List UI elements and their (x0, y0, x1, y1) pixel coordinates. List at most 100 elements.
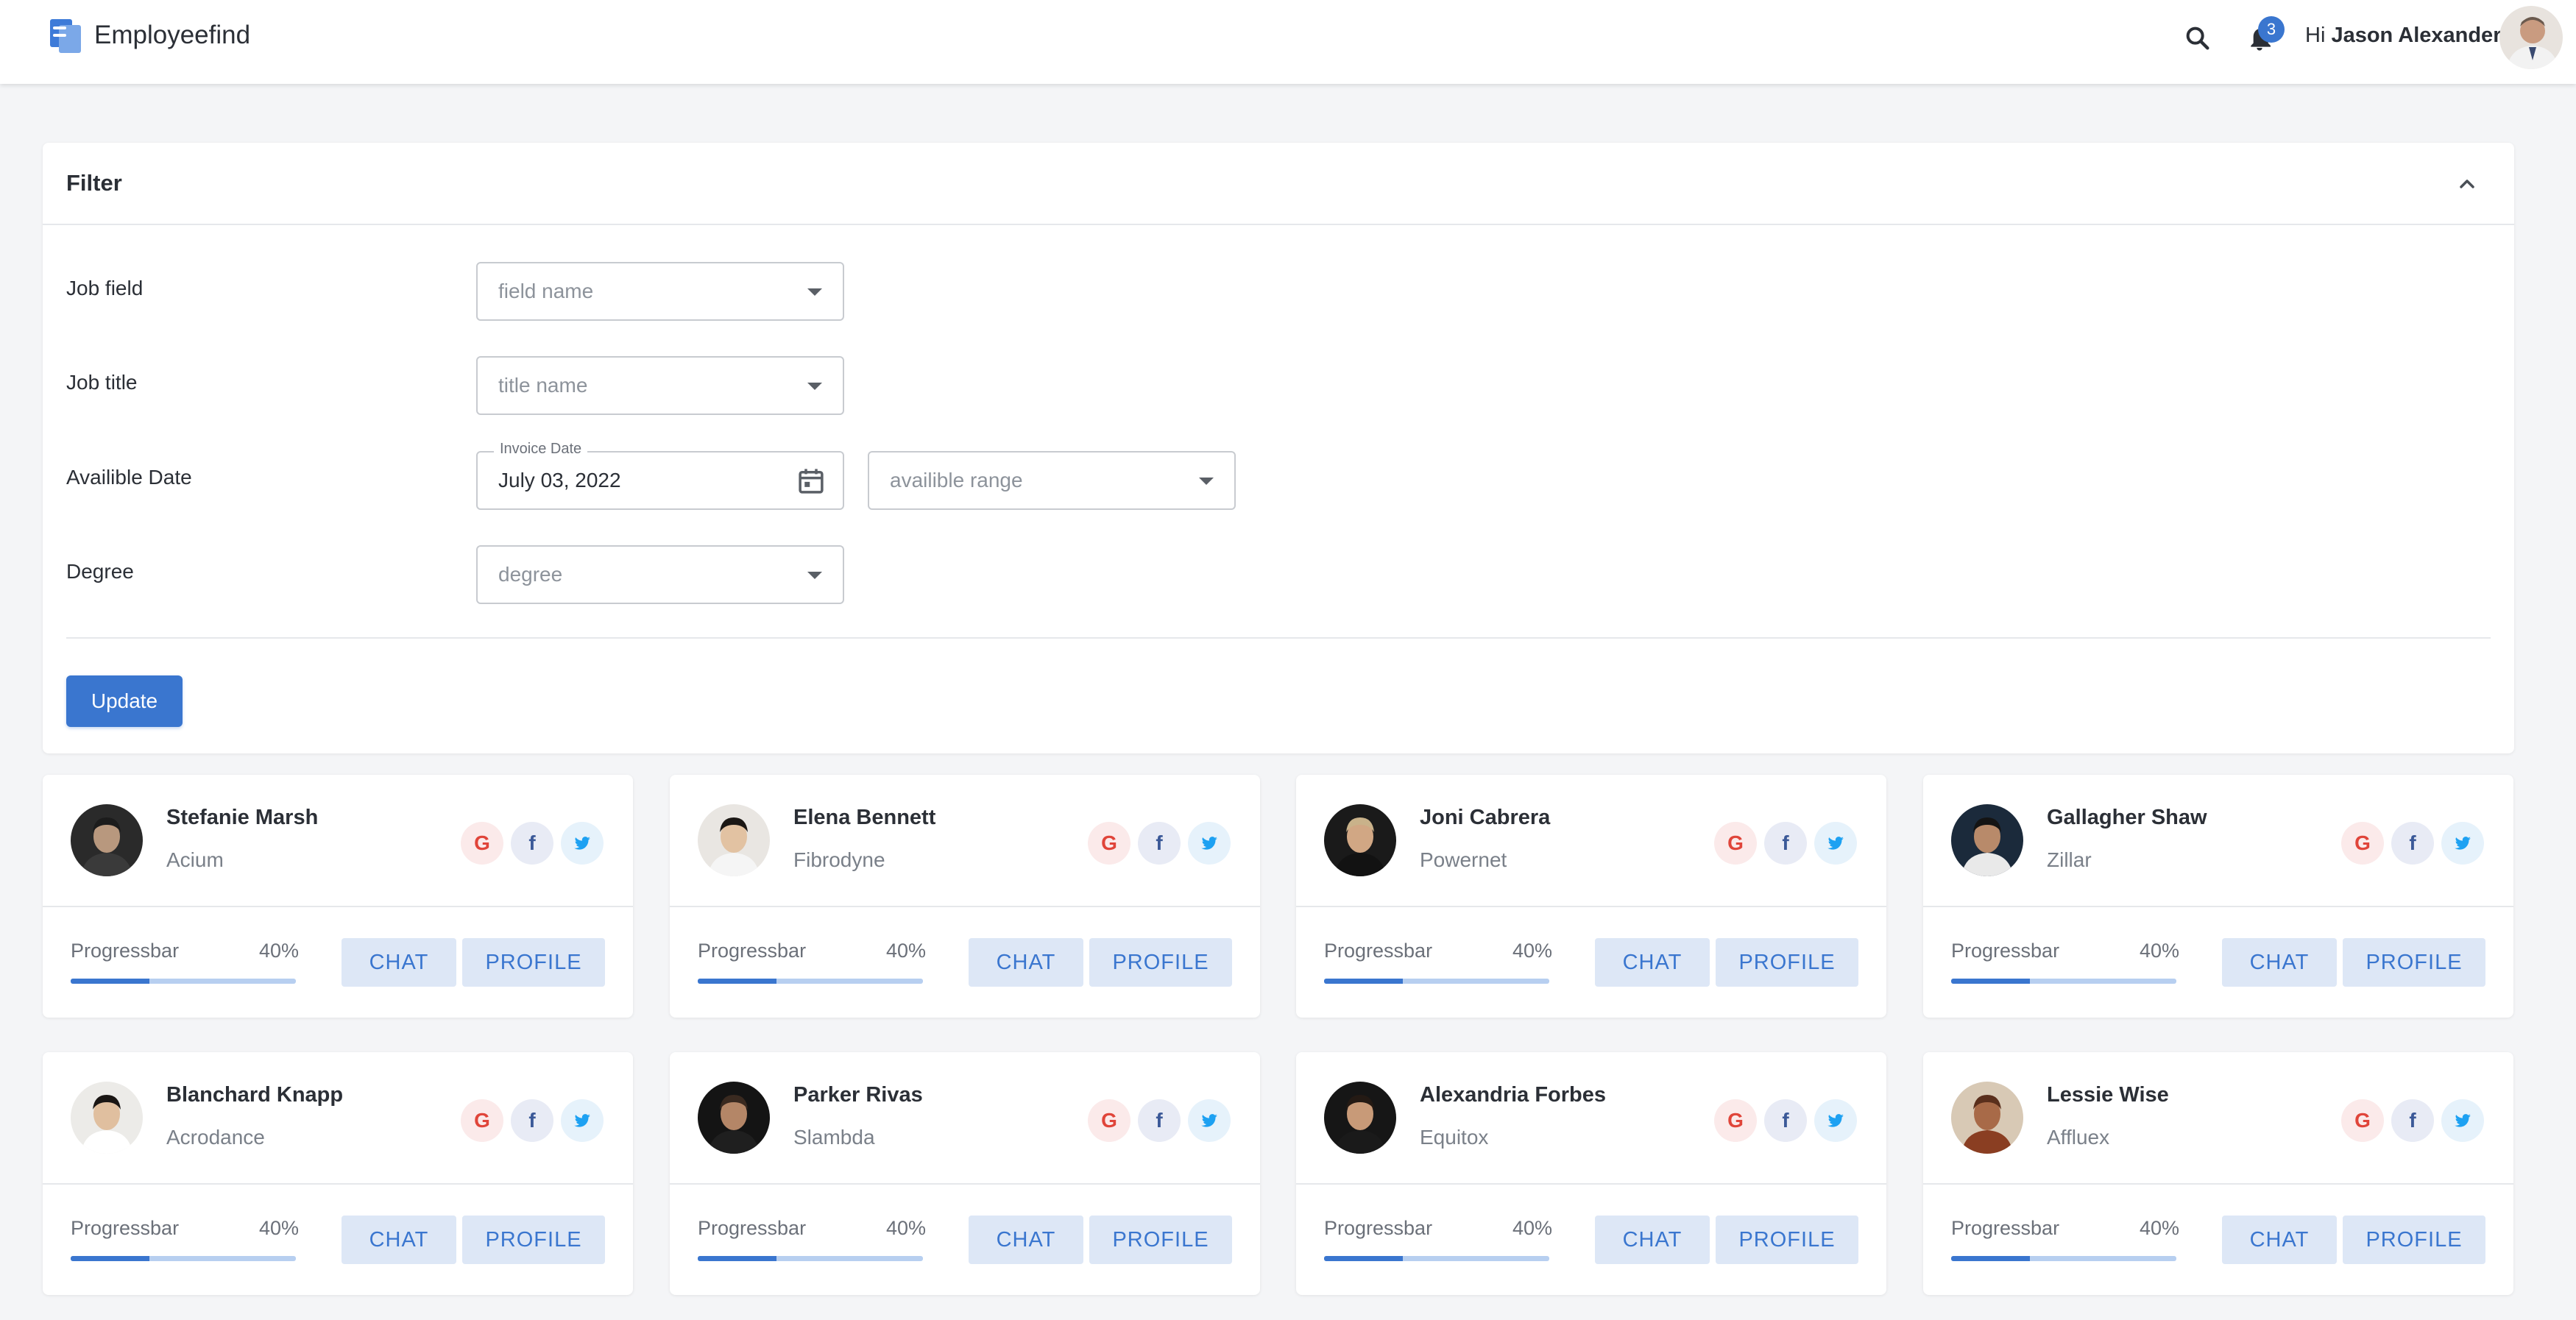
google-button[interactable]: G (461, 822, 503, 865)
progress-percent: 40% (2139, 940, 2179, 962)
update-button[interactable]: Update (66, 675, 183, 727)
twitter-icon (574, 1114, 590, 1127)
employee-avatar[interactable] (71, 804, 143, 876)
search-button[interactable] (2177, 18, 2218, 59)
card-divider (43, 906, 633, 907)
profile-button[interactable]: PROFILE (1089, 1216, 1232, 1264)
filter-header[interactable]: Filter (43, 143, 2514, 225)
twitter-button[interactable] (1188, 822, 1231, 865)
google-icon: G (474, 1109, 490, 1132)
caret-down-icon (1199, 478, 1214, 485)
employee-avatar[interactable] (71, 1082, 143, 1154)
profile-button[interactable]: PROFILE (1089, 938, 1232, 987)
employee-name[interactable]: Gallagher Shaw (2047, 806, 2207, 830)
app-name: Employeefind (94, 21, 251, 49)
chat-button[interactable]: CHAT (2222, 938, 2337, 987)
chat-button[interactable]: CHAT (1595, 938, 1710, 987)
employee-name[interactable]: Lessie Wise (2047, 1083, 2169, 1107)
google-icon: G (1101, 831, 1117, 854)
degree-select[interactable]: degree (476, 545, 844, 604)
invoice-date-picker[interactable]: Invoice Date July 03, 2022 (476, 441, 844, 510)
employee-name[interactable]: Alexandria Forbes (1420, 1083, 1606, 1107)
facebook-icon: f (1156, 831, 1163, 854)
calendar-icon[interactable] (796, 466, 827, 497)
profile-button[interactable]: PROFILE (1716, 1216, 1858, 1264)
job-field-select[interactable]: field name (476, 262, 844, 321)
employee-name[interactable]: Parker Rivas (793, 1083, 923, 1107)
invoice-date-value: July 03, 2022 (498, 469, 621, 492)
google-button[interactable]: G (1714, 1099, 1757, 1142)
brand[interactable]: Employeefind (50, 19, 251, 53)
facebook-button[interactable]: f (1138, 1099, 1181, 1142)
twitter-button[interactable] (2441, 822, 2484, 865)
facebook-button[interactable]: f (2391, 1099, 2434, 1142)
chat-button[interactable]: CHAT (342, 938, 456, 987)
collapse-filter-button[interactable] (2451, 168, 2483, 200)
employee-company: Acrodance (166, 1126, 265, 1149)
profile-button[interactable]: PROFILE (2343, 1216, 2485, 1264)
facebook-button[interactable]: f (511, 822, 553, 865)
chat-button[interactable]: CHAT (1595, 1216, 1710, 1264)
notifications-button[interactable]: 3 (2239, 16, 2285, 59)
twitter-button[interactable] (561, 822, 604, 865)
facebook-button[interactable]: f (511, 1099, 553, 1142)
employee-avatar[interactable] (698, 804, 770, 876)
available-range-select[interactable]: availible range (868, 451, 1236, 510)
google-button[interactable]: G (1714, 822, 1757, 865)
facebook-button[interactable]: f (2391, 822, 2434, 865)
progress-label: Progressbar (1324, 1217, 1433, 1239)
chat-button[interactable]: CHAT (342, 1216, 456, 1264)
progress-fill (1951, 1256, 2031, 1261)
employee-avatar[interactable] (698, 1082, 770, 1154)
employee-avatar[interactable] (1951, 804, 2023, 876)
twitter-button[interactable] (1814, 1099, 1857, 1142)
employee-name[interactable]: Stefanie Marsh (166, 806, 318, 830)
twitter-button[interactable] (561, 1099, 604, 1142)
google-button[interactable]: G (2341, 1099, 2384, 1142)
progress-percent: 40% (1512, 940, 1552, 962)
employee-name[interactable]: Joni Cabrera (1420, 806, 1550, 830)
profile-button[interactable]: PROFILE (462, 938, 605, 987)
employee-name[interactable]: Elena Bennett (793, 806, 935, 830)
progress-bar (71, 979, 296, 984)
user-greeting: Hi Jason Alexander (2305, 24, 2501, 48)
chat-button[interactable]: CHAT (969, 1216, 1083, 1264)
google-button[interactable]: G (1088, 822, 1130, 865)
facebook-button[interactable]: f (1764, 822, 1807, 865)
google-icon: G (1101, 1109, 1117, 1132)
employee-card: Blanchard Knapp Acrodance G f Progressba… (43, 1052, 633, 1295)
twitter-button[interactable] (1188, 1099, 1231, 1142)
profile-button[interactable]: PROFILE (462, 1216, 605, 1264)
profile-button[interactable]: PROFILE (1716, 938, 1858, 987)
twitter-icon (1201, 1114, 1217, 1127)
progress-bar (698, 1256, 923, 1261)
job-title-select[interactable]: title name (476, 356, 844, 415)
twitter-icon (2455, 1114, 2471, 1127)
profile-button[interactable]: PROFILE (2343, 938, 2485, 987)
card-divider (670, 1183, 1260, 1185)
card-divider (1923, 906, 2513, 907)
facebook-button[interactable]: f (1764, 1099, 1807, 1142)
employee-company: Powernet (1420, 848, 1507, 871)
caret-down-icon (807, 572, 822, 579)
google-button[interactable]: G (1088, 1099, 1130, 1142)
employee-name[interactable]: Blanchard Knapp (166, 1083, 343, 1107)
user-avatar[interactable] (2499, 6, 2563, 69)
progress-percent: 40% (885, 940, 926, 962)
google-button[interactable]: G (461, 1099, 503, 1142)
chat-button[interactable]: CHAT (969, 938, 1083, 987)
employee-card: Joni Cabrera Powernet G f Progressbar 40… (1296, 775, 1886, 1018)
chat-button[interactable]: CHAT (2222, 1216, 2337, 1264)
employee-avatar[interactable] (1324, 1082, 1396, 1154)
card-divider (43, 1183, 633, 1185)
progress-percent: 40% (885, 1217, 926, 1239)
progress-label: Progressbar (1951, 940, 2060, 962)
twitter-button[interactable] (2441, 1099, 2484, 1142)
progress-label: Progressbar (698, 940, 807, 962)
employee-avatar[interactable] (1324, 804, 1396, 876)
twitter-button[interactable] (1814, 822, 1857, 865)
employee-avatar[interactable] (1951, 1082, 2023, 1154)
facebook-button[interactable]: f (1138, 822, 1181, 865)
job-field-placeholder: field name (498, 280, 594, 302)
google-button[interactable]: G (2341, 822, 2384, 865)
